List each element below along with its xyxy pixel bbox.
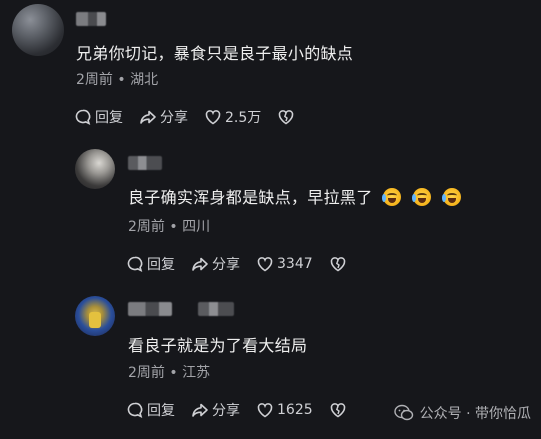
heart-icon [205, 110, 221, 125]
comment-bubble-icon [127, 402, 143, 419]
share-label: 分享 [212, 403, 240, 419]
like-button[interactable]: 3347 [256, 255, 313, 273]
crying-laughing-emoji [381, 188, 401, 206]
watermark-label: 公众号 · 带你恰瓜 [419, 406, 531, 422]
wechat-official-account-icon [393, 404, 414, 422]
comment-text: 良子确实浑身都是缺点，早拉黑了 [128, 184, 461, 208]
comment-meta: 2周前 • 湖北 [76, 72, 159, 88]
reply-button[interactable]: 回复 [126, 254, 175, 274]
watermark: 公众号 · 带你恰瓜 [393, 403, 531, 423]
reply-label: 回复 [147, 403, 175, 419]
like-button[interactable]: 2.5万 [204, 107, 261, 127]
share-button[interactable]: 分享 [139, 107, 188, 127]
dislike-button[interactable] [329, 255, 350, 273]
share-arrow-icon [192, 257, 208, 271]
comment-actions: 回复 分享 2.5万 [74, 107, 298, 127]
reply-button[interactable]: 回复 [74, 107, 123, 127]
share-button[interactable]: 分享 [191, 400, 240, 420]
reply-label: 回复 [147, 257, 175, 273]
like-count: 1625 [277, 402, 313, 418]
comment-meta: 2周前 • 江苏 [128, 365, 211, 381]
reply-label: 回复 [95, 110, 123, 126]
share-button[interactable]: 分享 [191, 254, 240, 274]
heart-icon [257, 257, 273, 272]
broken-heart-icon [330, 257, 345, 272]
comment-actions: 回复 分享 3347 [126, 254, 350, 274]
username-blurred[interactable] [128, 302, 172, 316]
broken-heart-icon [278, 110, 294, 125]
avatar[interactable] [12, 4, 64, 56]
dislike-button[interactable] [277, 108, 298, 126]
dislike-button[interactable] [329, 401, 350, 419]
username-blurred[interactable] [128, 156, 162, 170]
comment-bubble-icon [127, 256, 143, 273]
share-arrow-icon [140, 110, 156, 124]
comment-text-body: 良子确实浑身都是缺点，早拉黑了 [128, 188, 373, 207]
username-blurred [198, 302, 234, 316]
crying-laughing-emoji [411, 188, 431, 206]
heart-icon [257, 403, 273, 418]
share-arrow-icon [192, 403, 208, 417]
comment-actions: 回复 分享 1625 [126, 400, 350, 420]
comment-text: 看良子就是为了看大结局 [128, 336, 308, 355]
username-blurred[interactable] [76, 12, 106, 26]
avatar[interactable] [75, 149, 115, 189]
broken-heart-icon [330, 403, 345, 418]
comment-text: 兄弟你切记，暴食只是良子最小的缺点 [76, 44, 354, 63]
comment-meta: 2周前 • 四川 [128, 219, 211, 235]
comment-bubble-icon [75, 109, 91, 126]
share-label: 分享 [160, 110, 188, 126]
like-count: 2.5万 [225, 110, 262, 126]
like-button[interactable]: 1625 [256, 401, 313, 419]
like-count: 3347 [277, 256, 313, 272]
reply-button[interactable]: 回复 [126, 400, 175, 420]
crying-laughing-emoji [441, 188, 461, 206]
avatar[interactable] [75, 296, 115, 336]
share-label: 分享 [212, 257, 240, 273]
